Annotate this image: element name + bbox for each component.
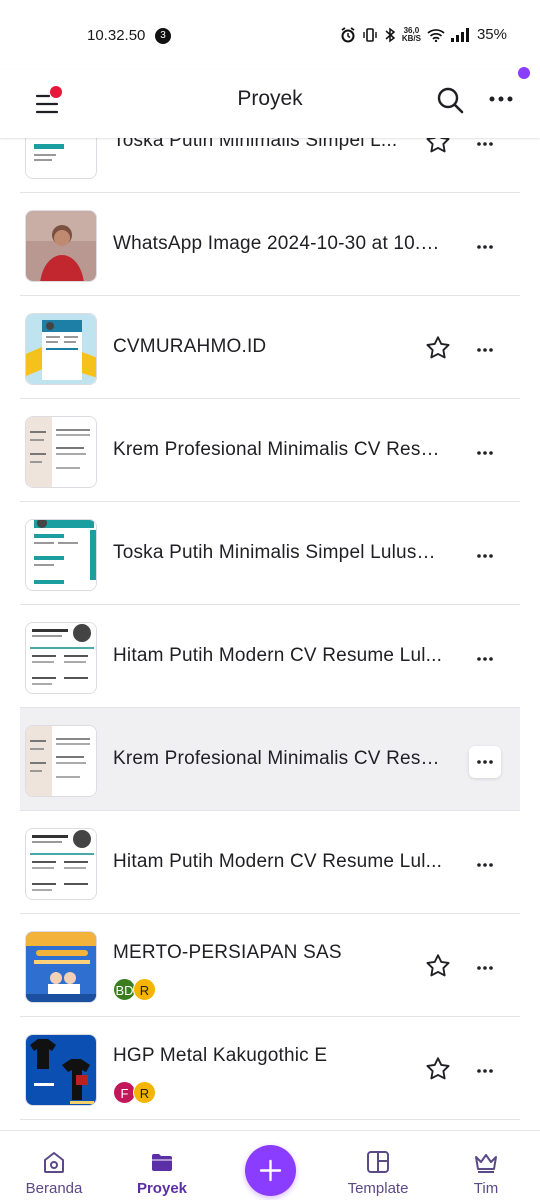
status-bar: 10.32.50 3 36,0 KB/S 35% [0,0,540,70]
more-horizontal-icon [477,760,493,764]
more-horizontal-icon [477,554,493,558]
star-icon [426,336,450,359]
project-list: Toska Putih Minimalis Simpel L... WhatsA… [20,90,520,1120]
item-more-button[interactable] [469,1055,501,1087]
project-title: MERTO-PERSIAPAN SAS [113,942,342,963]
item-more-button[interactable] [469,231,501,263]
wifi-icon [427,28,445,42]
more-horizontal-icon [477,657,493,661]
nav-team[interactable]: Tim [441,1149,531,1197]
project-title: Krem Profesional Minimalis CV Resu... [113,439,443,460]
avatar: R [133,978,156,1001]
thumbnail-poster [25,931,97,1003]
list-item[interactable]: MERTO-PERSIAPAN SAS BD R [20,914,520,1017]
thumbnail-cv-teal [25,519,97,591]
nav-template[interactable]: Template [333,1149,423,1197]
more-horizontal-icon [477,1069,493,1073]
list-item[interactable]: HGP Metal Kakugothic E F R [20,1017,520,1120]
item-more-button[interactable] [469,334,501,366]
home-icon [44,1152,64,1173]
battery-level: 35% [476,26,507,43]
alarm-icon [341,26,355,42]
network-speed-unit: KB/S [401,33,421,43]
project-title: Hitam Putih Modern CV Resume Lul... [113,851,443,872]
project-title: Toska Putih Minimalis Simpel Lulusa... [113,542,443,563]
list-item-selected[interactable]: Krem Profesional Minimalis CV Resu... [20,708,520,811]
crown-icon [475,1154,497,1173]
nav-home-label: Beranda [25,1180,83,1197]
item-more-button[interactable] [469,952,501,984]
thumbnail-cv-modern [25,828,97,900]
thumbnail-tshirt [25,1034,97,1106]
accent-dot [518,67,530,79]
search-button[interactable] [435,85,465,115]
list-item[interactable]: CVMURAHMO.ID [20,296,520,399]
bluetooth-icon [385,27,396,42]
favorite-button[interactable] [424,334,452,362]
folder-icon [152,1154,172,1171]
project-title: CVMURAHMO.ID [113,336,267,357]
list-item[interactable]: WhatsApp Image 2024-10-30 at 10.5... [20,193,520,296]
item-more-button[interactable] [469,746,501,778]
favorite-button[interactable] [424,1055,452,1083]
status-icons: 36,0 KB/S 35% [340,26,507,43]
list-item[interactable]: Toska Putih Minimalis Simpel Lulusa... [20,502,520,605]
collaborator-avatars: BD R [113,978,156,1001]
thumbnail-cv-cream [25,725,97,797]
more-horizontal-icon [477,348,493,352]
bottom-navigation: Beranda Proyek Template Tim [0,1130,540,1200]
nav-template-label: Template [347,1180,409,1197]
project-title: HGP Metal Kakugothic E [113,1045,328,1066]
plus-icon [259,1159,282,1182]
nav-projects[interactable]: Proyek [117,1149,207,1197]
item-more-button[interactable] [469,437,501,469]
project-title: Hitam Putih Modern CV Resume Lul... [113,645,443,666]
more-horizontal-icon [489,96,513,102]
item-more-button[interactable] [469,540,501,572]
list-item[interactable]: Hitam Putih Modern CV Resume Lul... [20,811,520,914]
thumbnail-cv-blue [25,313,97,385]
project-title: Krem Profesional Minimalis CV Resu... [113,748,443,769]
project-title: WhatsApp Image 2024-10-30 at 10.5... [113,233,443,254]
network-speed: 36,0 KB/S [401,26,421,43]
more-horizontal-icon [477,451,493,455]
star-icon [426,954,450,977]
app-header: Proyek [0,67,540,138]
more-horizontal-icon [477,245,493,249]
notification-count-badge: 3 [155,28,171,44]
header-more-button[interactable] [486,84,516,114]
status-time: 10.32.50 [87,27,146,44]
star-icon [426,1057,450,1080]
signal-icon [450,27,469,42]
more-horizontal-icon [477,863,493,867]
item-more-button[interactable] [469,849,501,881]
thumbnail-photo [25,210,97,282]
create-button[interactable] [245,1145,296,1196]
item-more-button[interactable] [469,643,501,675]
thumbnail-cv-cream [25,416,97,488]
vibrate-icon [363,27,377,42]
favorite-button[interactable] [424,952,452,980]
nav-projects-label: Proyek [136,1180,188,1197]
template-icon [367,1151,389,1173]
more-horizontal-icon [477,966,493,970]
search-icon [437,87,464,114]
collaborator-avatars: F R [113,1081,156,1104]
thumbnail-cv-modern [25,622,97,694]
list-item[interactable]: Krem Profesional Minimalis CV Resu... [20,399,520,502]
nav-home[interactable]: Beranda [9,1149,99,1197]
list-item[interactable]: Hitam Putih Modern CV Resume Lul... [20,605,520,708]
nav-team-label: Tim [473,1180,499,1197]
avatar: R [133,1081,156,1104]
